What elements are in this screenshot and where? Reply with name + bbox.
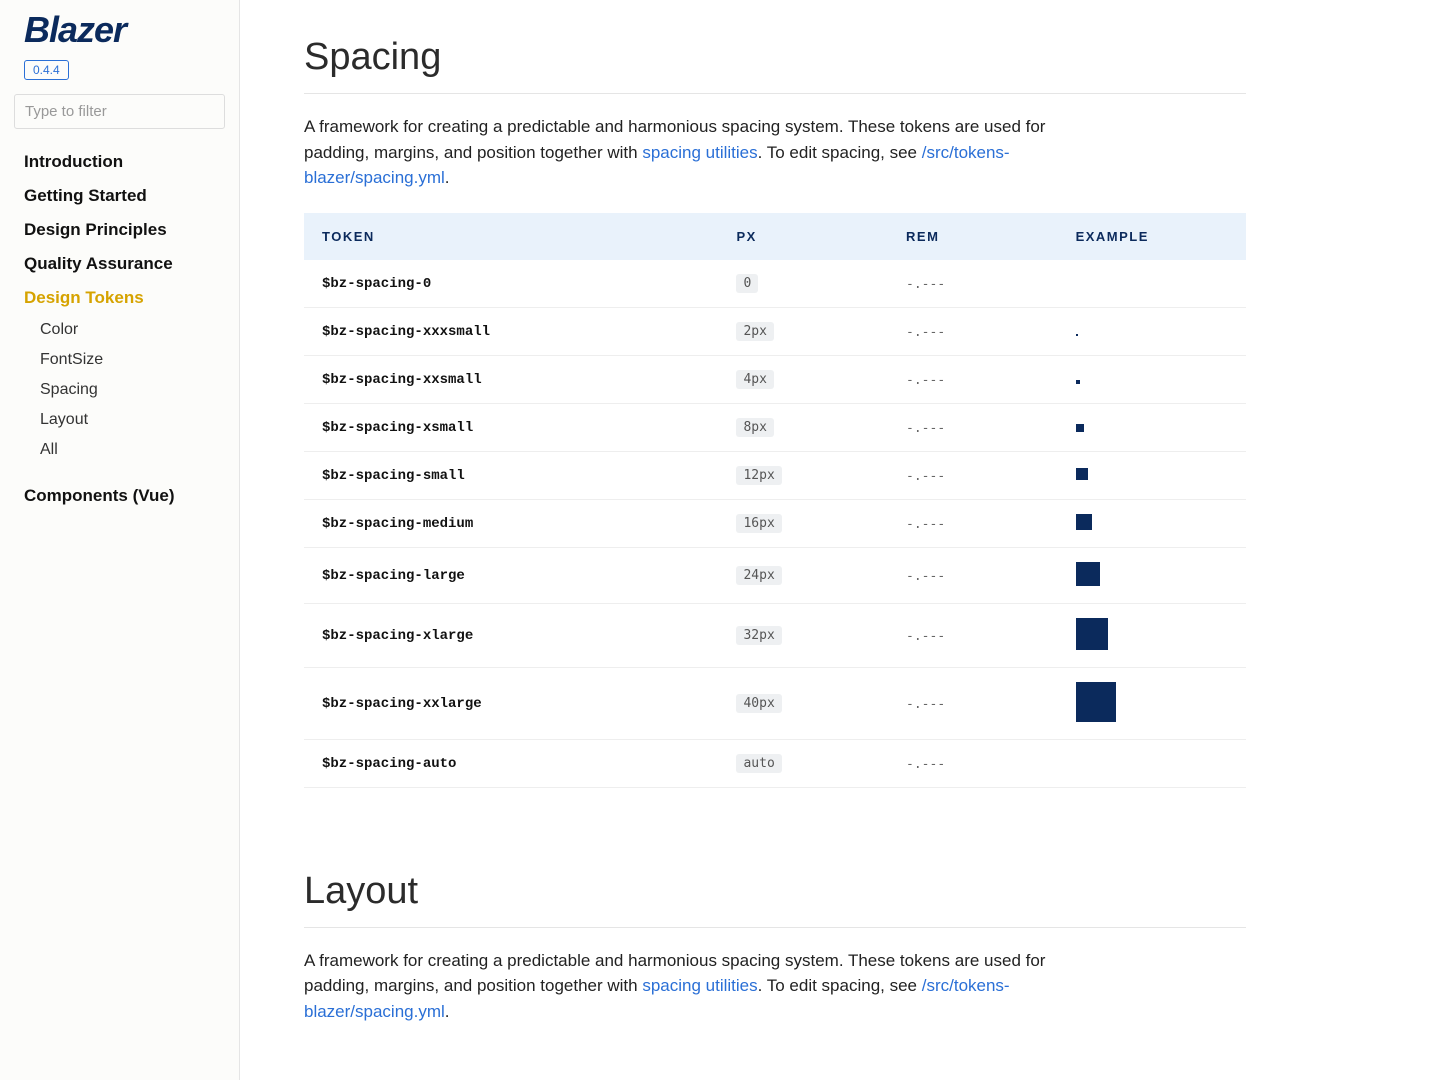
px-value: 4px xyxy=(736,370,773,389)
nav-getting-started[interactable]: Getting Started xyxy=(0,179,239,213)
token-name: $bz-spacing-xlarge xyxy=(322,628,473,644)
rem-value: -.--- xyxy=(906,697,945,712)
token-name: $bz-spacing-xxsmall xyxy=(322,372,482,388)
link-spacing-utilities-2[interactable]: spacing utilities xyxy=(642,976,757,995)
sidebar: Blazer 0.4.4 Introduction Getting Starte… xyxy=(0,0,240,1080)
intro-text-post-2: . xyxy=(445,1002,450,1021)
nav-introduction[interactable]: Introduction xyxy=(0,145,239,179)
table-row: $bz-spacing-xlarge 32px -.--- xyxy=(304,603,1246,667)
rem-value: -.--- xyxy=(906,517,945,532)
section-title-layout: Layout xyxy=(304,858,1246,928)
subnav-spacing[interactable]: Spacing xyxy=(0,375,239,405)
spacing-swatch xyxy=(1076,682,1116,722)
rem-value: -.--- xyxy=(906,629,945,644)
table-row: $bz-spacing-xsmall 8px -.--- xyxy=(304,403,1246,451)
rem-value: -.--- xyxy=(906,373,945,388)
intro-text-post: . xyxy=(445,168,450,187)
intro-text-mid: . To edit spacing, see xyxy=(758,143,922,162)
token-name: $bz-spacing-xxlarge xyxy=(322,696,482,712)
token-name: $bz-spacing-xxxsmall xyxy=(322,324,490,340)
table-row: $bz-spacing-xxxsmall 2px -.--- xyxy=(304,307,1246,355)
rem-value: -.--- xyxy=(906,277,945,292)
intro-text-mid-2: . To edit spacing, see xyxy=(758,976,922,995)
spacing-swatch xyxy=(1076,514,1092,530)
table-row: $bz-spacing-auto auto -.--- xyxy=(304,739,1246,787)
token-name: $bz-spacing-auto xyxy=(322,756,456,772)
table-row: $bz-spacing-large 24px -.--- xyxy=(304,547,1246,603)
px-value: 24px xyxy=(736,566,781,585)
th-example: EXAMPLE xyxy=(1058,213,1246,260)
section-title-spacing: Spacing xyxy=(304,24,1246,94)
px-value: 0 xyxy=(736,274,758,293)
subnav-layout[interactable]: Layout xyxy=(0,405,239,435)
px-value: 2px xyxy=(736,322,773,341)
rem-value: -.--- xyxy=(906,325,945,340)
rem-value: -.--- xyxy=(906,569,945,584)
rem-value: -.--- xyxy=(906,469,945,484)
version-badge: 0.4.4 xyxy=(24,60,69,80)
px-value: 12px xyxy=(736,466,781,485)
px-value: 32px xyxy=(736,626,781,645)
spacing-swatch xyxy=(1076,618,1108,650)
rem-value: -.--- xyxy=(906,757,945,772)
th-px: PX xyxy=(718,213,888,260)
token-name: $bz-spacing-0 xyxy=(322,276,431,292)
filter-input[interactable] xyxy=(14,94,225,129)
nav-quality-assurance[interactable]: Quality Assurance xyxy=(0,247,239,281)
token-name: $bz-spacing-small xyxy=(322,468,465,484)
logo-wrap: Blazer xyxy=(0,12,239,54)
token-name: $bz-spacing-xsmall xyxy=(322,420,473,436)
nav-components-vue[interactable]: Components (Vue) xyxy=(0,479,239,513)
table-row: $bz-spacing-small 12px -.--- xyxy=(304,451,1246,499)
link-spacing-utilities[interactable]: spacing utilities xyxy=(642,143,757,162)
spacing-swatch xyxy=(1076,380,1080,384)
spacing-token-table: TOKEN PX REM EXAMPLE $bz-spacing-0 0 -.---… xyxy=(304,213,1246,788)
spacing-swatch xyxy=(1076,334,1078,336)
subnav-all[interactable]: All xyxy=(0,435,239,465)
table-row: $bz-spacing-xxlarge 40px -.--- xyxy=(304,667,1246,739)
spacing-intro: A framework for creating a predictable a… xyxy=(304,114,1084,191)
nav-design-tokens[interactable]: Design Tokens xyxy=(0,281,239,315)
px-value: auto xyxy=(736,754,781,773)
nav-design-principles[interactable]: Design Principles xyxy=(0,213,239,247)
token-name: $bz-spacing-medium xyxy=(322,516,473,532)
table-row: $bz-spacing-medium 16px -.--- xyxy=(304,499,1246,547)
main-content: Spacing A framework for creating a predi… xyxy=(240,0,1440,1080)
px-value: 40px xyxy=(736,694,781,713)
subnav-fontsize[interactable]: FontSize xyxy=(0,345,239,375)
px-value: 16px xyxy=(736,514,781,533)
spacing-swatch xyxy=(1076,424,1084,432)
spacing-swatch xyxy=(1076,468,1088,480)
token-name: $bz-spacing-large xyxy=(322,568,465,584)
content-wrap: Spacing A framework for creating a predi… xyxy=(240,0,1310,1080)
subnav-color[interactable]: Color xyxy=(0,315,239,345)
th-token: TOKEN xyxy=(304,213,718,260)
spacing-swatch xyxy=(1076,562,1100,586)
filter-wrap xyxy=(0,80,239,139)
th-rem: REM xyxy=(888,213,1058,260)
primary-nav: Introduction Getting Started Design Prin… xyxy=(0,139,239,519)
brand-logo: Blazer xyxy=(24,12,215,48)
rem-value: -.--- xyxy=(906,421,945,436)
table-row: $bz-spacing-0 0 -.--- xyxy=(304,260,1246,308)
logo-text: Blazer xyxy=(24,9,126,50)
layout-intro: A framework for creating a predictable a… xyxy=(304,948,1084,1025)
px-value: 8px xyxy=(736,418,773,437)
table-row: $bz-spacing-xxsmall 4px -.--- xyxy=(304,355,1246,403)
